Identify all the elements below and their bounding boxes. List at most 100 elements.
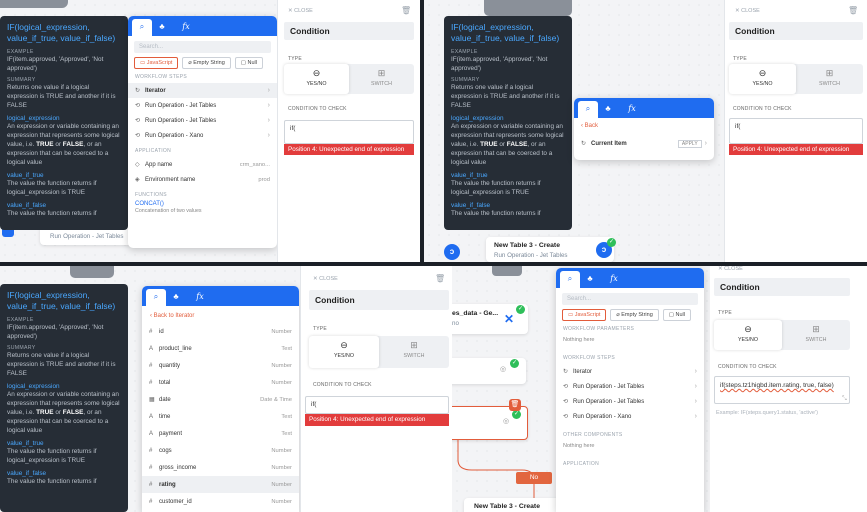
expression-input[interactable]: if( bbox=[284, 120, 414, 144]
step-item[interactable]: ⟲ Run Operation - Jet Tables › bbox=[556, 394, 704, 409]
summary-text: Returns one value if a logical expressio… bbox=[7, 84, 116, 109]
field-row[interactable]: # id Number bbox=[142, 323, 299, 340]
app-row[interactable]: ◇ App name crm_xano... bbox=[128, 157, 277, 172]
variable-picker: ⌕ ♣ fx Search... ▭ JavaScript ⌀ Empty St… bbox=[128, 16, 277, 248]
field-label: quantity bbox=[159, 362, 181, 369]
function-item[interactable]: CONCAT() Concatenation of two values bbox=[128, 201, 277, 214]
workflow-node[interactable]: ◎ ✓ bbox=[452, 358, 526, 384]
no-branch-label[interactable]: No bbox=[516, 472, 552, 484]
trash-icon[interactable]: 🗑 bbox=[848, 6, 858, 15]
step-item[interactable]: ⟲ Run Operation - Jet Tables › bbox=[128, 113, 277, 128]
trash-icon[interactable]: 🗑 bbox=[509, 399, 521, 411]
check-icon: ✓ bbox=[607, 238, 616, 247]
step-item[interactable]: ↻ Iterator › bbox=[556, 364, 704, 379]
field-type: Text bbox=[281, 345, 292, 352]
param-true-desc: The value the function returns if logica… bbox=[7, 180, 97, 196]
param-logical-expression: logical_expression bbox=[451, 115, 504, 122]
switch-option[interactable]: ⊞ SWITCH bbox=[349, 64, 414, 94]
search-input[interactable]: Search... bbox=[134, 41, 271, 53]
x-logo-icon: ✕ bbox=[504, 312, 515, 326]
field-row[interactable]: # total Number bbox=[142, 374, 299, 391]
workflow-node[interactable]: New Table 3 - Create Run Operation - Jet… bbox=[486, 237, 616, 262]
field-row[interactable]: # customer_id Number bbox=[142, 493, 299, 510]
javascript-button[interactable]: ▭ JavaScript bbox=[134, 57, 179, 69]
concat-desc: Concatenation of two values bbox=[135, 208, 202, 214]
app-row[interactable]: ◈ Environment name prod bbox=[128, 172, 277, 187]
switch-option[interactable]: ⊞ SWITCH bbox=[379, 336, 449, 368]
workflow-params-heading: WORKFLOW PARAMETERS bbox=[563, 326, 635, 332]
expression-input[interactable]: if(steps.tz1higbd.item.rating, true, fal… bbox=[714, 376, 850, 404]
null-button[interactable]: ▢ Null bbox=[234, 57, 263, 69]
search-icon[interactable]: ⌕ bbox=[560, 271, 580, 288]
field-type: Number bbox=[271, 362, 292, 369]
users-icon[interactable]: ♣ bbox=[598, 101, 618, 118]
step-item[interactable]: ⟲ Run Operation - Jet Tables › bbox=[556, 379, 704, 394]
close-button[interactable]: ✕ CLOSE bbox=[288, 8, 313, 14]
search-input[interactable]: Search... bbox=[562, 293, 698, 305]
step-item[interactable]: ⟲ Run Operation - Jet Tables › bbox=[128, 98, 277, 113]
empty-string-button[interactable]: ⌀ Empty String bbox=[182, 57, 231, 69]
type-label: TYPE bbox=[313, 326, 327, 332]
field-row[interactable]: # quantity Number bbox=[142, 357, 299, 374]
tab-fx[interactable]: fx bbox=[622, 101, 642, 118]
node-title: New Table 3 - Create bbox=[474, 503, 540, 510]
operation-icon: ⟲ bbox=[563, 414, 569, 420]
apply-button[interactable]: APPLY bbox=[677, 139, 702, 148]
functions-heading: FUNCTIONS bbox=[135, 192, 167, 198]
field-row[interactable]: Aproduct_line Text bbox=[142, 340, 299, 357]
function-tooltip: IF(logical_expression, value_if_true, va… bbox=[444, 16, 572, 230]
null-button[interactable]: ▢ Null bbox=[662, 309, 691, 321]
search-icon[interactable]: ⌕ bbox=[132, 19, 152, 36]
users-icon[interactable]: ♣ bbox=[152, 19, 172, 36]
yesno-option[interactable]: ⊖ YES/NO bbox=[309, 336, 379, 368]
tab-fx[interactable]: fx bbox=[176, 19, 196, 36]
expression-input[interactable]: if( bbox=[729, 118, 863, 144]
back-to-iterator-button[interactable]: ‹ Back to Iterator bbox=[142, 306, 299, 323]
trash-icon[interactable]: 🗑 bbox=[401, 6, 411, 15]
users-icon[interactable]: ♣ bbox=[166, 289, 186, 306]
expand-icon[interactable]: ⤡ bbox=[842, 396, 847, 403]
back-button[interactable]: ‹ Back bbox=[574, 118, 714, 134]
switch-option[interactable]: ⊞ SWITCH bbox=[796, 64, 863, 94]
field-type-icon: # bbox=[149, 464, 153, 471]
close-button[interactable]: ✕ CLOSE bbox=[313, 276, 338, 282]
example-text: IF(item.approved, 'Approved', 'Not appro… bbox=[7, 56, 104, 72]
empty-string-button[interactable]: ⌀ Empty String bbox=[610, 309, 659, 321]
yesno-option[interactable]: ⊖ YES/NO bbox=[729, 64, 796, 94]
field-label: time bbox=[159, 413, 171, 420]
search-icon[interactable]: ⌕ bbox=[578, 101, 598, 118]
yesno-option[interactable]: ⊖ YES/NO bbox=[714, 320, 782, 350]
field-row[interactable]: # rating Number bbox=[142, 476, 299, 493]
chevron-right-icon: › bbox=[267, 132, 270, 139]
field-row[interactable]: Apayment Text bbox=[142, 425, 299, 442]
tab-fx[interactable]: fx bbox=[190, 289, 210, 306]
yesno-option[interactable]: ⊖ YES/NO bbox=[284, 64, 349, 94]
close-button[interactable]: ✕ CLOSE bbox=[718, 266, 743, 272]
current-item-row[interactable]: ↻ Current Item APPLY › bbox=[574, 136, 714, 151]
panel-title: Condition bbox=[729, 22, 863, 40]
switch-icon: ⊞ bbox=[410, 340, 418, 350]
condition-panel: ✕ CLOSE 🗑 Condition TYPE ⊖ YES/NO ⊞ SWITCH… bbox=[277, 0, 420, 262]
tab-fx[interactable]: fx bbox=[604, 271, 624, 288]
field-row[interactable]: # cogs Number bbox=[142, 442, 299, 459]
step-item[interactable]: ⟲ Run Operation - Xano › bbox=[128, 128, 277, 143]
trash-icon[interactable]: 🗑 bbox=[435, 274, 445, 283]
yesno-icon: ⊖ bbox=[312, 68, 321, 78]
code-icon: ▭ bbox=[568, 312, 575, 318]
expression-input[interactable]: if( bbox=[305, 396, 449, 414]
param-value-if-false: value_if_false bbox=[451, 202, 491, 209]
step-item[interactable]: ↻ Iterator › bbox=[128, 83, 277, 98]
close-button[interactable]: ✕ CLOSE bbox=[735, 8, 760, 14]
workflow-node[interactable]: New Table 3 - Create bbox=[464, 498, 564, 512]
switch-option[interactable]: ⊞ SWITCH bbox=[782, 320, 850, 350]
search-icon[interactable]: ⌕ bbox=[146, 289, 166, 306]
javascript-button[interactable]: ▭ JavaScript bbox=[562, 309, 607, 321]
step-item[interactable]: ⟲ Run Operation - Xano › bbox=[556, 409, 704, 424]
users-icon[interactable]: ♣ bbox=[580, 271, 600, 288]
field-row[interactable]: Atime Text bbox=[142, 408, 299, 425]
workflow-node[interactable]: ◎ ✓ 🗑 bbox=[452, 399, 528, 440]
other-components-heading: OTHER COMPONENTS bbox=[563, 432, 623, 438]
workflow-node[interactable]: es_data - Ge... no ✕ ✓ bbox=[452, 304, 528, 334]
field-row[interactable]: ▦ date Date & Time bbox=[142, 391, 299, 408]
field-row[interactable]: # gross_income Number bbox=[142, 459, 299, 476]
